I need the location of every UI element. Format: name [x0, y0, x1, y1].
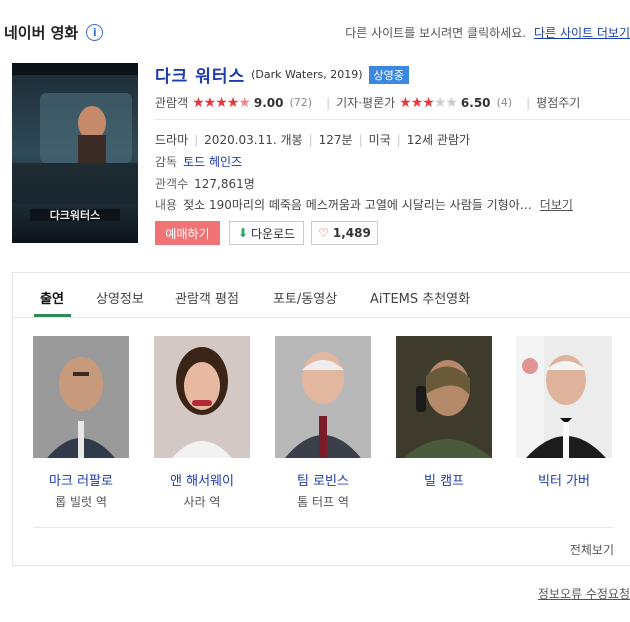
audience-score: 9.00: [253, 95, 284, 110]
actor-role: 롭 빌럿 역: [55, 495, 107, 509]
actor-role: 톰 터프 역: [297, 495, 349, 509]
synopsis-text: 젖소 190마리의 떼죽음 메스꺼움과 고열에 시달리는 사람들 기형아…: [183, 198, 532, 212]
poster-title-text: 다크워터스: [50, 208, 101, 222]
divider: |: [526, 95, 531, 110]
tab-showtimes[interactable]: 상영정보: [96, 288, 144, 307]
page-title: 네이버 영화: [4, 24, 79, 42]
audience-count: (72): [289, 96, 313, 109]
like-button[interactable]: ♡ 1,489: [311, 221, 378, 245]
actor-photo[interactable]: [275, 336, 371, 458]
director-label: 감독: [155, 155, 178, 169]
download-button[interactable]: ⬇ 다운로드: [229, 221, 304, 245]
header: 네이버 영화 i: [4, 22, 104, 43]
tab-cast[interactable]: 출연: [40, 288, 64, 307]
cast-panel: 출연 상영정보 관람객 평점 포토/동영상 AiTEMS 추천영화 마크 러팔로…: [12, 272, 630, 566]
cast-card[interactable]: 앤 해서웨이 사라 역: [154, 336, 250, 510]
cast-card[interactable]: 팀 로빈스 톰 터프 역: [275, 336, 371, 510]
critic-score: 6.50: [460, 95, 491, 110]
actor-name[interactable]: 앤 해서웨이: [154, 470, 250, 489]
active-tab-indicator: [34, 314, 71, 317]
actor-photo[interactable]: [396, 336, 492, 458]
cast-card[interactable]: 빅터 가버: [516, 336, 612, 489]
header-notice: 다른 사이트를 보시려면 클릭하세요. 다른 사이트 더보기: [345, 24, 630, 41]
age-rating: 12세 관람가: [406, 133, 471, 147]
genre[interactable]: 드라마: [155, 133, 188, 147]
actor-photo[interactable]: [516, 336, 612, 458]
movie-title-en: (Dark Waters, 2019): [251, 68, 363, 81]
critic-label: 기자·평론가: [336, 96, 396, 110]
actor-photo[interactable]: [33, 336, 129, 458]
director-link[interactable]: 토드 헤인즈: [183, 155, 242, 169]
tab-photos-videos[interactable]: 포토/동영상: [273, 288, 337, 307]
book-button[interactable]: 예매하기: [155, 221, 220, 245]
actor-name[interactable]: 팀 로빈스: [275, 470, 371, 489]
like-count: 1,489: [332, 226, 371, 240]
actor-role: 사라 역: [183, 495, 221, 509]
cast-card[interactable]: 빌 캠프: [396, 336, 492, 489]
cast-card[interactable]: 마크 러팔로 롭 빌럿 역: [33, 336, 129, 510]
tab-recommendations[interactable]: AiTEMS 추천영화: [370, 288, 470, 307]
rating-row: 관람객 ★★★★★ 9.00 (72) | 기자·평론가 ★★★★★ 6.50 …: [155, 94, 630, 111]
attendance-row: 관객수 127,861명: [155, 175, 255, 192]
synopsis-more-link[interactable]: 더보기: [540, 198, 573, 212]
divider-line: [33, 527, 613, 528]
tab-bar: 출연 상영정보 관람객 평점 포토/동영상 AiTEMS 추천영화: [13, 273, 630, 318]
critic-stars-icon: ★★★★★: [399, 94, 458, 111]
movie-info-row: 드라마 | 2020.03.11. 개봉 | 127분 | 미국 | 12세 관람가: [155, 133, 471, 147]
critic-count: (4): [496, 96, 513, 109]
rate-link[interactable]: 평점주기: [536, 94, 580, 111]
see-all-link[interactable]: 전체보기: [570, 541, 614, 558]
movie-title[interactable]: 다크 워터스: [155, 62, 245, 87]
audience-stars-icon: ★★★★★: [192, 94, 251, 111]
actor-name[interactable]: 마크 러팔로: [33, 470, 129, 489]
audience-label: 관람객: [155, 96, 189, 110]
more-sites-link[interactable]: 다른 사이트 더보기: [534, 26, 630, 40]
divider-line: [155, 119, 630, 120]
heart-icon: ♡: [318, 226, 329, 240]
movie-title-row: 다크 워터스 (Dark Waters, 2019) 상영중: [155, 62, 409, 87]
tab-audience-reviews[interactable]: 관람객 평점: [175, 288, 239, 307]
download-label: 다운로드: [250, 226, 296, 241]
download-icon: ⬇: [237, 226, 248, 240]
synopsis-row: 내용 젖소 190마리의 떼죽음 메스꺼움과 고열에 시달리는 사람들 기형아… 더…: [155, 196, 630, 213]
actor-name[interactable]: 빌 캠프: [396, 470, 492, 489]
notice-text: 다른 사이트를 보시려면 클릭하세요.: [345, 26, 527, 40]
country: 미국: [368, 133, 391, 147]
report-error-link[interactable]: 정보오류 수정요청: [538, 585, 630, 602]
runtime: 127분: [318, 133, 353, 147]
movie-poster[interactable]: 다크워터스: [12, 63, 138, 243]
divider: |: [326, 95, 331, 110]
release-date: 2020.03.11. 개봉: [204, 133, 303, 147]
status-badge: 상영중: [368, 65, 409, 84]
actor-photo[interactable]: [154, 336, 250, 458]
attendance-label: 관객수: [155, 177, 189, 191]
synopsis-label: 내용: [155, 198, 178, 212]
actor-name[interactable]: 빅터 가버: [516, 470, 612, 489]
attendance-value: 127,861명: [194, 177, 255, 191]
info-icon[interactable]: i: [86, 24, 104, 41]
director-row: 감독 토드 헤인즈: [155, 153, 242, 170]
